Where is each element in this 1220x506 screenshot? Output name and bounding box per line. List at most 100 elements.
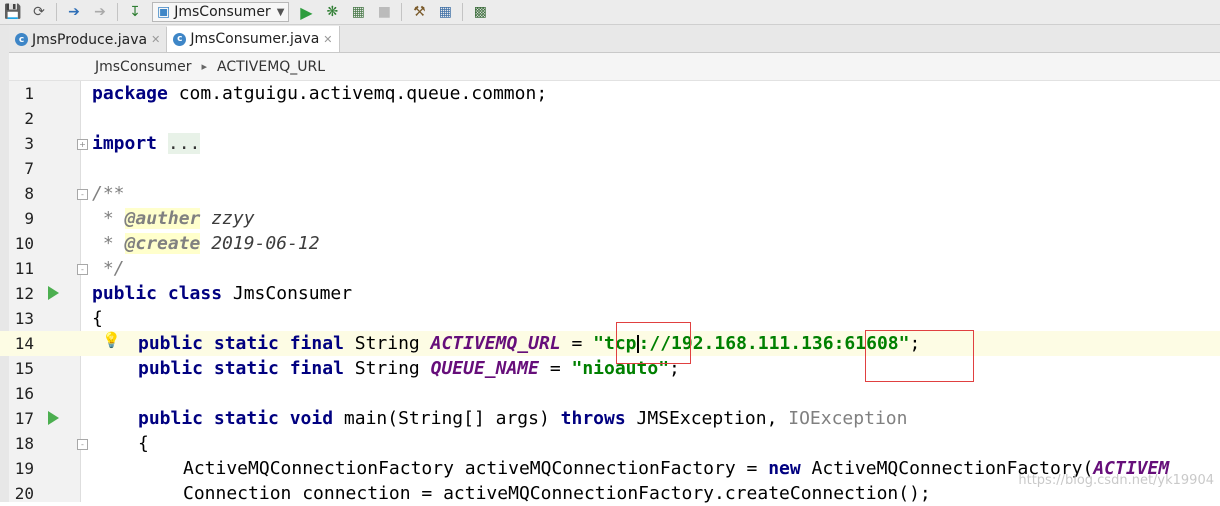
- code-text[interactable]: public static final String ACTIVEMQ_URL …: [138, 331, 920, 356]
- debug-icon[interactable]: ❋: [319, 1, 345, 23]
- code-text[interactable]: {: [138, 431, 149, 456]
- code-line: 15 public static final String QUEUE_NAME…: [0, 356, 1220, 381]
- code-line: 16: [0, 381, 1220, 406]
- highlight-box-protocol: [616, 322, 691, 364]
- line-number: 20: [14, 484, 34, 503]
- toolbar-separator: [462, 3, 464, 21]
- fold-expand-icon[interactable]: +: [77, 139, 88, 150]
- project-structure-icon[interactable]: ▦: [432, 1, 458, 23]
- highlight-box-port: [865, 330, 974, 382]
- code-line: 3 + import ...: [0, 131, 1220, 156]
- line-number: 2: [24, 109, 34, 128]
- code-text[interactable]: */: [92, 256, 125, 281]
- tab-jmsconsumer[interactable]: c JmsConsumer.java ✕: [167, 26, 340, 52]
- constant-name: ACTIVEMQ_URL: [430, 333, 561, 354]
- build-icon[interactable]: ↧: [122, 1, 148, 23]
- lightbulb-icon[interactable]: 💡: [102, 331, 121, 349]
- line-number: 10: [14, 234, 34, 253]
- chevron-down-icon: ▼: [276, 6, 285, 18]
- code-fragment: String: [343, 358, 431, 379]
- code-line: 10 * @create 2019-06-12: [0, 231, 1220, 256]
- comment: *: [92, 208, 125, 229]
- coverage-icon[interactable]: ▦: [345, 1, 371, 23]
- code-line: 9 * @auther zzyy: [0, 206, 1220, 231]
- code-text[interactable]: {: [92, 306, 103, 331]
- watermark: https://blog.csdn.net/yk19904: [1018, 473, 1214, 488]
- save-icon[interactable]: 💾: [0, 1, 26, 23]
- back-arrow-icon[interactable]: ➔: [61, 1, 87, 23]
- code-text[interactable]: /**: [92, 181, 125, 206]
- code-text[interactable]: * @auther zzyy: [92, 206, 255, 231]
- code-text[interactable]: package com.atguigu.activemq.queue.commo…: [92, 81, 547, 106]
- code-line: 11 - */: [0, 256, 1220, 281]
- fold-end-icon[interactable]: -: [77, 264, 88, 275]
- stop-icon[interactable]: ■: [371, 1, 397, 23]
- line-number: 14: [14, 334, 34, 353]
- line-number: 7: [24, 159, 34, 178]
- code-line: 18 - {: [0, 431, 1220, 456]
- keyword: package: [92, 83, 168, 104]
- run-config-select[interactable]: ▣ JmsConsumer ▼: [152, 2, 290, 22]
- folded-imports[interactable]: ...: [167, 133, 201, 154]
- line-number: 17: [14, 409, 34, 428]
- run-config-icon: ▣: [157, 4, 171, 20]
- fold-collapse-icon[interactable]: -: [77, 439, 88, 450]
- layout-icon[interactable]: ▩: [467, 1, 493, 23]
- run-main-icon[interactable]: [48, 411, 59, 425]
- toolbar-separator: [56, 3, 57, 21]
- chevron-right-icon: ▸: [201, 60, 207, 73]
- code-text[interactable]: public class JmsConsumer: [92, 281, 352, 306]
- code-text[interactable]: import ...: [92, 131, 201, 156]
- fold-collapse-icon[interactable]: -: [77, 189, 88, 200]
- javadoc-tag: @create: [124, 233, 201, 254]
- code-fragment: =: [560, 333, 594, 354]
- java-class-icon: c: [15, 33, 28, 46]
- close-icon[interactable]: ✕: [151, 33, 160, 46]
- run-icon[interactable]: ▶: [293, 1, 319, 23]
- code-text[interactable]: * @create 2019-06-12: [92, 231, 320, 256]
- toolbar-separator: [117, 3, 118, 21]
- breadcrumb: JmsConsumer ▸ ACTIVEMQ_URL: [9, 53, 1220, 81]
- code-text[interactable]: public static final String QUEUE_NAME = …: [138, 356, 680, 381]
- line-number: 16: [14, 384, 34, 403]
- keyword: public static final: [138, 358, 344, 379]
- line-number: 8: [24, 184, 34, 203]
- breadcrumb-class[interactable]: JmsConsumer: [95, 59, 191, 75]
- tab-label: JmsConsumer.java: [190, 31, 320, 47]
- keyword: throws: [560, 408, 626, 429]
- code-text[interactable]: Connection connection = activeMQConnecti…: [183, 481, 931, 506]
- javadoc-value: 2019-06-12: [200, 233, 320, 254]
- line-number: 1: [24, 84, 34, 103]
- line-number: 19: [14, 459, 34, 478]
- tab-jmsproduce[interactable]: c JmsProduce.java ✕: [9, 27, 168, 52]
- keyword: public static final: [138, 333, 344, 354]
- line-number: 12: [14, 284, 34, 303]
- editor-tabs: c JmsProduce.java ✕ c JmsConsumer.java ✕: [9, 25, 1220, 53]
- run-class-icon[interactable]: [48, 286, 59, 300]
- toolbar-separator: [401, 3, 403, 21]
- code-line: 17 public static void main(String[] args…: [0, 406, 1220, 431]
- code-fragment: main(String[] args): [333, 408, 561, 429]
- keyword: public class: [92, 283, 223, 304]
- breadcrumb-field[interactable]: ACTIVEMQ_URL: [217, 59, 325, 75]
- forward-arrow-icon[interactable]: ➔: [87, 1, 113, 23]
- keyword: import: [92, 133, 158, 154]
- code-fragment: ActiveMQConnectionFactory activeMQConnec…: [183, 458, 769, 479]
- javadoc-tag: @auther: [124, 208, 201, 229]
- line-number: 11: [14, 259, 34, 278]
- unused-exception: IOException: [788, 408, 908, 429]
- keyword: new: [768, 458, 801, 479]
- line-number: 3: [24, 134, 34, 153]
- close-icon[interactable]: ✕: [323, 33, 332, 46]
- java-class-icon: c: [173, 32, 187, 46]
- code-fragment: =: [538, 358, 572, 379]
- code-fragment: JmsConsumer: [222, 283, 353, 304]
- line-number: 9: [24, 209, 34, 228]
- code-text[interactable]: public static void main(String[] args) t…: [138, 406, 907, 431]
- code-line: 12 public class JmsConsumer: [0, 281, 1220, 306]
- code-fragment: String: [343, 333, 431, 354]
- keyword: public static void: [138, 408, 334, 429]
- code-line: 2: [0, 106, 1220, 131]
- sdk-settings-icon[interactable]: ⚒: [406, 1, 432, 23]
- sync-icon[interactable]: ⟳: [26, 1, 52, 23]
